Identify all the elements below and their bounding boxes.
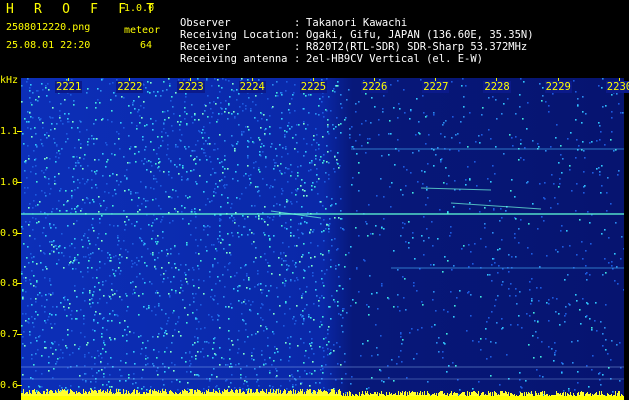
spectrogram-background (21, 78, 624, 400)
app-version: 1.0.0 (124, 3, 155, 14)
x-tick-label: 2230 (605, 81, 629, 93)
x-tick-label: 2225 (299, 81, 328, 93)
spectrogram (21, 78, 624, 400)
y-tick-label: 0.8 (0, 278, 19, 290)
x-tick-label: 2229 (544, 81, 572, 93)
count-label: 64 (140, 40, 153, 51)
info-value: 2el-HB9CV Vertical (el. E-W) (306, 53, 484, 65)
info-location: Receiving Location: Ogaki, Gifu, JAPAN (1… (180, 29, 534, 41)
y-tick-label: 0.9 (0, 227, 19, 239)
datetime-label: 25.08.01 22:20 (6, 40, 91, 51)
header-panel: H R O F F T 1.0.0 2508012220.png meteor … (0, 0, 629, 78)
y-tick-label: 0.7 (0, 329, 19, 341)
info-key: Receiving antenna (180, 53, 288, 65)
y-tick-label: 1.0 (0, 176, 19, 188)
info-receiver: Receiver: R820T2(RTL-SDR) SDR-Sharp 53.37… (180, 41, 528, 53)
info-observer: Observer: Takanori Kawachi (180, 17, 408, 29)
noise-floor-band (21, 396, 624, 400)
mode-label: meteor (124, 25, 161, 36)
x-tick-label: 2223 (177, 81, 205, 93)
y-axis-unit: kHz (0, 75, 19, 86)
y-tick-label: 1.1 (0, 126, 19, 138)
spectrogram-canvas (21, 78, 624, 400)
y-tick-label: 0.6 (0, 379, 19, 391)
x-tick-label: 2222 (116, 81, 144, 93)
filename-label: 2508012220.png (6, 22, 91, 33)
x-tick-label: 2228 (483, 81, 511, 93)
info-antenna: Receiving antenna:2el-HB9CV Vertical (el… (180, 53, 484, 65)
x-tick-label: 2221 (55, 81, 83, 93)
x-tick-label: 2227 (422, 81, 450, 93)
x-tick-label: 2224 (238, 81, 266, 93)
x-tick-label: 2226 (361, 81, 389, 93)
